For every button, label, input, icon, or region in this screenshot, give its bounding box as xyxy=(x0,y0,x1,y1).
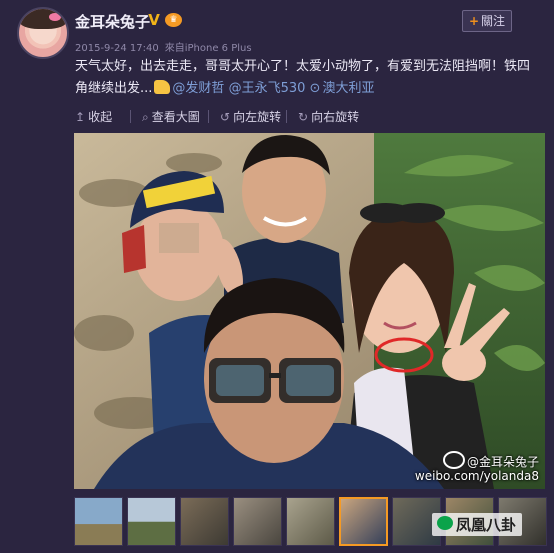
magnify-icon: ⌕ xyxy=(142,110,149,124)
toolbar-divider xyxy=(208,110,209,123)
arrow-up-icon: ↥ xyxy=(75,110,86,124)
vip-icon: ♛ xyxy=(165,13,182,27)
thumbnail[interactable] xyxy=(180,497,229,546)
thumbnail[interactable] xyxy=(127,497,176,546)
watermark-handle: @金耳朵兔子 xyxy=(466,455,539,469)
plus-icon: + xyxy=(468,14,480,28)
rotate-right-label: 向右旋转 xyxy=(311,110,360,124)
wechat-icon xyxy=(437,516,453,530)
post-text-line1: 天气太好，出去走走，哥哥太开心了！太爱小动物了，有爱到无法阻挡啊！铁四 xyxy=(75,59,531,74)
weibo-logo-icon xyxy=(442,451,465,469)
username[interactable]: 金耳朵兔子 xyxy=(75,11,150,32)
user-avatar[interactable] xyxy=(17,7,69,59)
brand-watermark: 凤凰八卦 xyxy=(432,513,523,536)
toolbar-divider xyxy=(130,110,131,123)
post-text: 天气太好，出去走走，哥哥太开心了！太爱小动物了，有爱到无法阻挡啊！铁四 角继续出… xyxy=(75,56,545,100)
rotate-left-label: 向左旋转 xyxy=(233,110,282,124)
mention-link-2[interactable]: @王永飞530 xyxy=(229,81,306,96)
rotate-left-button[interactable]: ↺ 向左旋转 xyxy=(220,108,281,125)
rotate-right-icon: ↻ xyxy=(298,110,309,124)
toolbar-divider xyxy=(286,110,287,123)
post-photo[interactable]: @金耳朵兔子 weibo.com/yolanda8 xyxy=(74,133,545,489)
collapse-label: 收起 xyxy=(88,110,113,124)
follow-label: 關注 xyxy=(481,14,506,28)
thumbnail[interactable] xyxy=(233,497,282,546)
photo-illustration xyxy=(74,133,545,489)
watermark-url: weibo.com/yolanda8 xyxy=(414,469,539,483)
thumbnail[interactable] xyxy=(286,497,335,546)
rotate-left-icon: ↺ xyxy=(220,110,231,124)
thumbnail[interactable] xyxy=(74,497,123,546)
post-timestamp[interactable]: 2015-9-24 17:40 xyxy=(75,43,159,54)
thumbnail-active[interactable] xyxy=(339,497,388,546)
mention-link-1[interactable]: @发财哲 xyxy=(172,81,224,96)
follow-button[interactable]: + 關注 xyxy=(462,10,512,32)
verified-icon: V xyxy=(148,11,160,29)
post-source[interactable]: 來自iPhone 6 Plus xyxy=(165,43,252,54)
view-large-label: 查看大圖 xyxy=(151,110,200,124)
brand-label: 凤凰八卦 xyxy=(456,516,517,534)
rotate-right-button[interactable]: ↻ 向右旋转 xyxy=(298,108,359,125)
location-pin-icon: ⊙ xyxy=(309,81,321,96)
location-link[interactable]: ⊙ 澳大利亚 xyxy=(310,81,375,96)
avatar-bow xyxy=(49,13,61,21)
collapse-button[interactable]: ↥ 收起 xyxy=(75,108,112,125)
view-large-button[interactable]: ⌕ 查看大圖 xyxy=(142,108,200,125)
photo-watermark: @金耳朵兔子 weibo.com/yolanda8 xyxy=(415,451,539,483)
thumbs-up-icon xyxy=(154,80,171,94)
location-label: 澳大利亚 xyxy=(322,81,375,96)
post-meta: 2015-9-24 17:40 來自iPhone 6 Plus xyxy=(75,39,252,54)
post-text-line2: 角继续出发... xyxy=(75,81,153,96)
